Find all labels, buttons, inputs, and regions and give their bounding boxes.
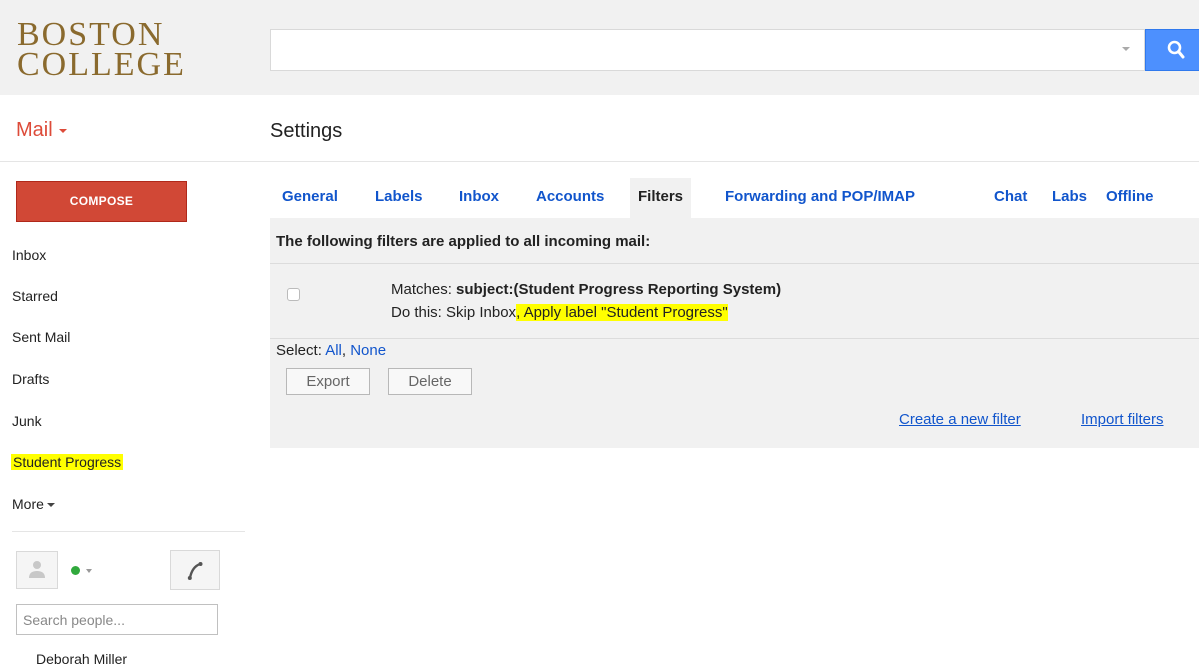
sidebar-item-junk[interactable]: Junk [12, 413, 42, 429]
filters-heading: The following filters are applied to all… [276, 233, 651, 250]
tab-inbox[interactable]: Inbox [451, 178, 507, 218]
chat-status-indicator[interactable] [71, 566, 80, 575]
search-options-dropdown-icon[interactable] [1122, 47, 1130, 51]
select-label: Select: [276, 342, 326, 359]
do-highlight: , Apply label "Student Progress" [516, 304, 728, 321]
search-button[interactable] [1145, 29, 1199, 71]
top-header: BOSTON COLLEGE [0, 0, 1199, 95]
phone-icon [187, 562, 203, 580]
search-people-input[interactable] [16, 604, 218, 635]
matches-criteria: subject:(Student Progress Reporting Syst… [456, 281, 782, 298]
do-prefix: Do this: Skip Inbox [391, 304, 517, 321]
tab-chat[interactable]: Chat [986, 178, 1035, 218]
select-controls: Select: All, None [276, 342, 386, 359]
boston-college-logo[interactable]: BOSTON COLLEGE [17, 18, 186, 83]
tab-offline[interactable]: Offline [1098, 178, 1162, 218]
tab-labs[interactable]: Labs [1044, 178, 1095, 218]
delete-button[interactable]: Delete [388, 368, 472, 395]
sidebar-item-starred[interactable]: Starred [12, 288, 58, 304]
sidebar-item-drafts[interactable]: Drafts [12, 371, 49, 387]
tab-labels[interactable]: Labels [367, 178, 431, 218]
create-new-filter-link[interactable]: Create a new filter [899, 411, 1021, 428]
select-separator: , [341, 342, 351, 359]
person-icon [29, 561, 45, 578]
tab-general[interactable]: General [274, 178, 346, 218]
page-title: Settings [270, 120, 343, 142]
mail-search-input[interactable] [279, 30, 1103, 70]
header-divider [0, 161, 1199, 162]
mail-app-menu[interactable]: Mail [16, 119, 67, 142]
matches-prefix: Matches: [391, 281, 457, 298]
chevron-down-icon [58, 128, 67, 133]
select-none-link[interactable]: None [350, 342, 386, 359]
avatar[interactable] [16, 551, 58, 589]
sidebar-item-sent-mail[interactable]: Sent Mail [12, 329, 70, 345]
divider [270, 338, 1199, 339]
export-button[interactable]: Export [286, 368, 370, 395]
import-filters-link[interactable]: Import filters [1081, 411, 1164, 428]
filter-matches-text[interactable]: Matches: subject:(Student Progress Repor… [391, 281, 781, 298]
logo-line-2: COLLEGE [17, 46, 186, 83]
mail-app-label: Mail [16, 119, 53, 141]
divider [270, 263, 1199, 264]
sidebar-more-menu[interactable]: More [12, 496, 55, 512]
filter-checkbox[interactable] [287, 288, 300, 301]
filters-panel: The following filters are applied to all… [270, 218, 1199, 448]
sidebar-item-student-progress[interactable]: Student Progress [11, 454, 124, 470]
filter-actions-text[interactable]: Do this: Skip Inbox, Apply label "Studen… [391, 304, 728, 321]
call-phone-button[interactable] [170, 550, 220, 590]
tab-accounts[interactable]: Accounts [528, 178, 612, 218]
tab-forwarding-pop-imap[interactable]: Forwarding and POP/IMAP [717, 178, 923, 218]
chevron-down-icon [46, 503, 55, 508]
compose-button[interactable]: COMPOSE [16, 181, 187, 222]
more-label: More [12, 496, 44, 512]
sidebar-divider [12, 531, 245, 532]
mail-search-box [270, 29, 1145, 71]
tab-filters[interactable]: Filters [630, 178, 692, 218]
select-all-link[interactable]: All [325, 342, 342, 359]
chevron-down-icon[interactable] [86, 569, 92, 573]
search-icon [1167, 40, 1185, 59]
contact-item[interactable]: Deborah Miller [36, 651, 127, 667]
sidebar-item-inbox[interactable]: Inbox [12, 247, 46, 263]
